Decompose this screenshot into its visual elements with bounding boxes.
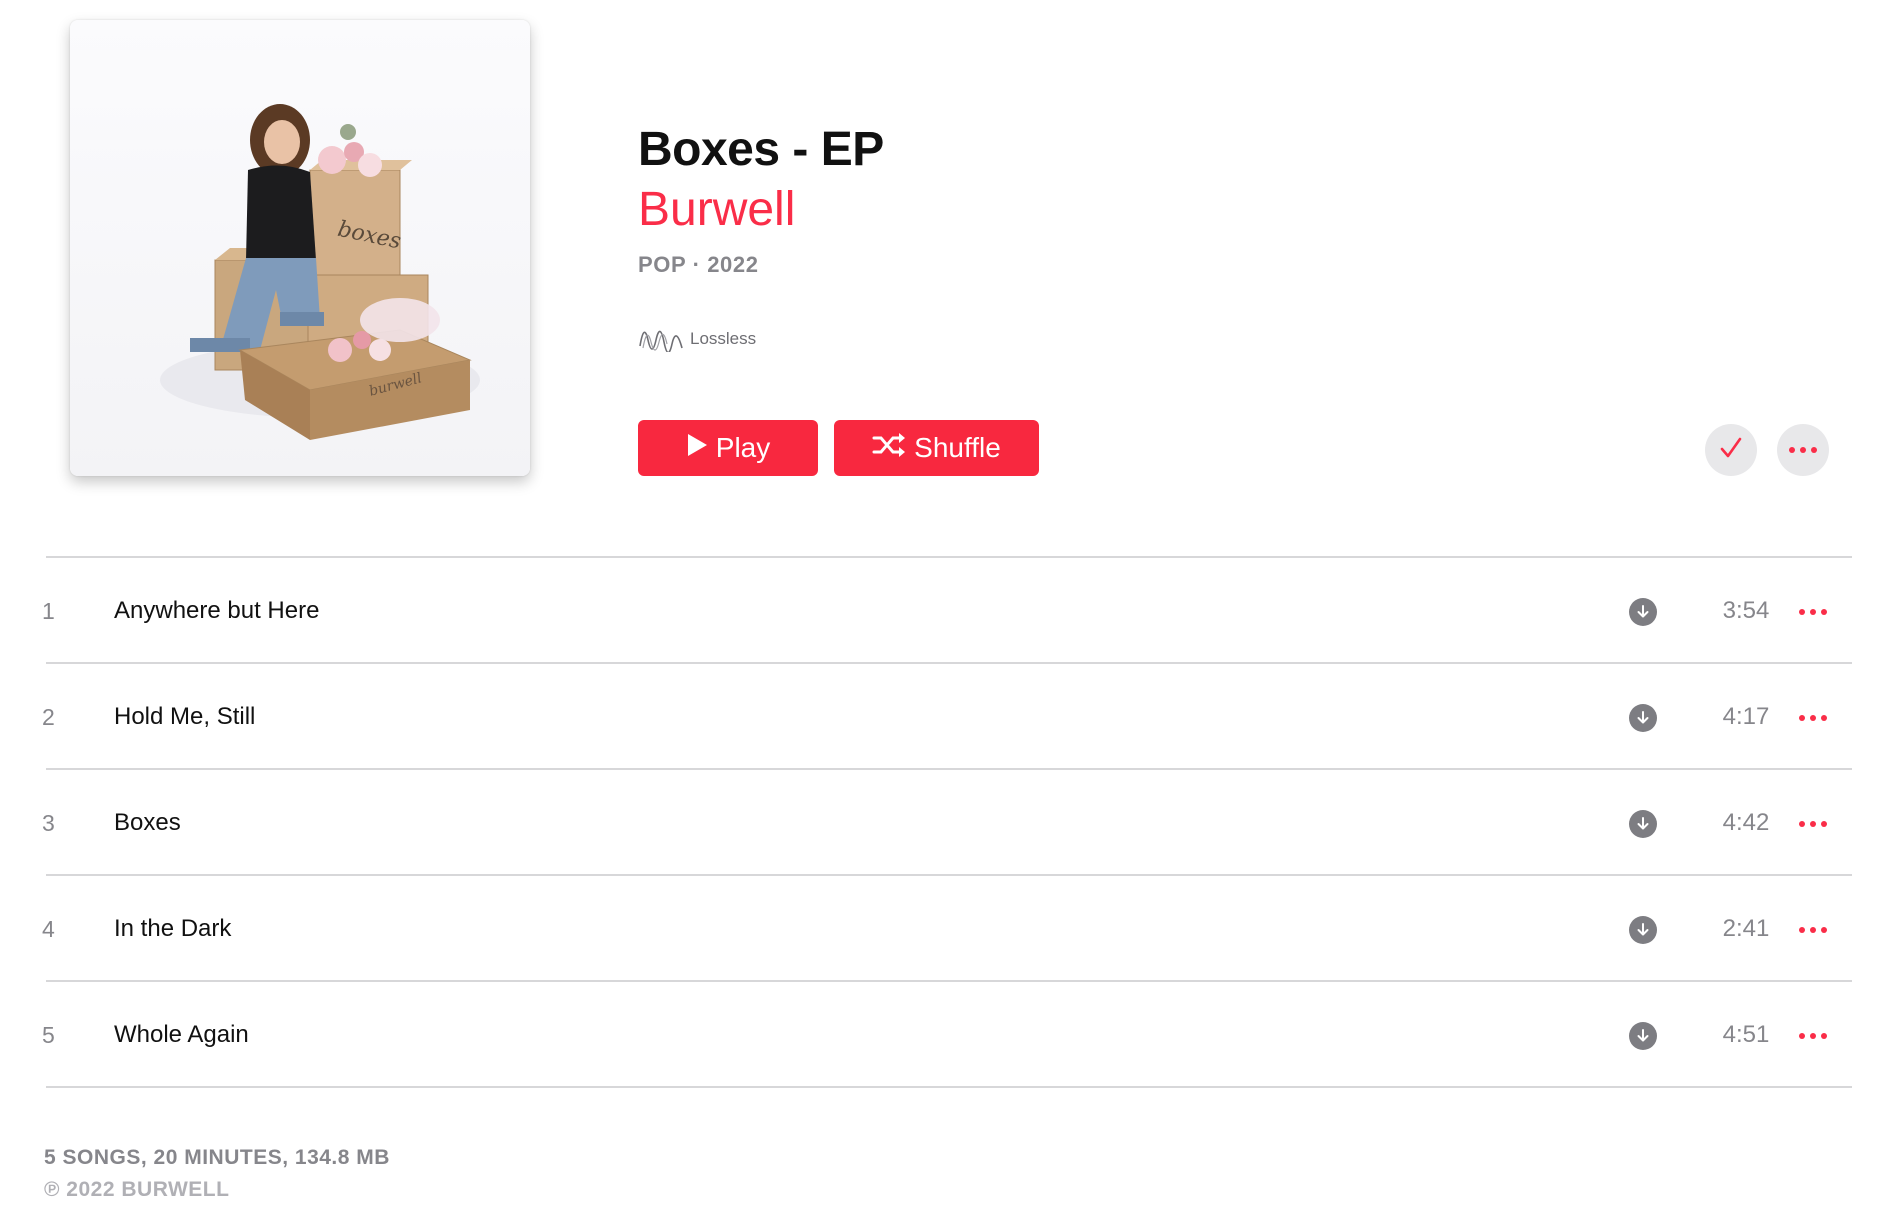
artwork-illustration: boxes burwell xyxy=(160,104,480,440)
download-icon[interactable] xyxy=(1629,598,1657,626)
artist-link[interactable]: Burwell xyxy=(638,182,795,237)
shuffle-button-label: Shuffle xyxy=(914,432,1001,463)
play-button-label: Play xyxy=(715,432,771,463)
lossless-label: Lossless xyxy=(690,328,757,348)
album-more-button[interactable] xyxy=(1777,424,1829,476)
track-number: 1 xyxy=(42,598,55,624)
more-icon xyxy=(1789,447,1817,453)
download-icon[interactable] xyxy=(1629,810,1657,838)
track-duration: 2:41 xyxy=(1722,915,1770,942)
track-more-icon[interactable] xyxy=(1790,598,1836,626)
track-row[interactable]: 3 Boxes 4:42 xyxy=(42,770,1852,876)
copyright-label: ℗ 2022 BURWELL xyxy=(44,1178,230,1201)
download-icon[interactable] xyxy=(1629,704,1657,732)
track-title[interactable]: In the Dark xyxy=(114,876,231,982)
track-list: 1 Anywhere but Here 3:54 2 Hold Me, Stil… xyxy=(42,556,1852,1088)
track-row[interactable]: 1 Anywhere but Here 3:54 xyxy=(42,558,1852,664)
track-number: 2 xyxy=(42,704,55,730)
album-page: boxes burwell Boxes - EP Burwell POP · 2… xyxy=(0,0,1898,1220)
added-to-library-button[interactable] xyxy=(1705,424,1757,476)
download-icon[interactable] xyxy=(1629,916,1657,944)
download-icon[interactable] xyxy=(1629,1022,1657,1050)
album-artwork[interactable]: boxes burwell xyxy=(70,20,530,476)
lossless-badge: Lossless xyxy=(638,320,756,357)
album-title: Boxes - EP xyxy=(638,123,884,176)
track-duration: 4:42 xyxy=(1722,809,1770,836)
shuffle-button[interactable]: Shuffle xyxy=(834,420,1039,476)
play-icon xyxy=(686,432,708,464)
track-more-icon[interactable] xyxy=(1790,916,1836,944)
lossless-wave-icon xyxy=(638,320,684,357)
album-summary: 5 SONGS, 20 MINUTES, 134.8 MB xyxy=(44,1146,390,1169)
track-duration: 4:51 xyxy=(1722,1021,1770,1048)
shuffle-icon xyxy=(872,432,906,465)
track-more-icon[interactable] xyxy=(1790,704,1836,732)
track-more-icon[interactable] xyxy=(1790,1022,1836,1050)
play-button[interactable]: Play xyxy=(638,420,818,476)
track-row[interactable]: 5 Whole Again 4:51 xyxy=(42,982,1852,1088)
track-number: 4 xyxy=(42,916,55,942)
track-duration: 4:17 xyxy=(1722,703,1770,730)
track-row[interactable]: 4 In the Dark 2:41 xyxy=(42,876,1852,982)
track-number: 3 xyxy=(42,810,55,836)
genre-year-label: POP · 2022 xyxy=(638,252,759,277)
track-row[interactable]: 2 Hold Me, Still 4:17 xyxy=(42,664,1852,770)
track-more-icon[interactable] xyxy=(1790,810,1836,838)
track-duration: 3:54 xyxy=(1722,597,1770,624)
check-icon xyxy=(1718,435,1744,466)
track-number: 5 xyxy=(42,1022,55,1048)
track-title[interactable]: Boxes xyxy=(114,770,181,876)
track-title[interactable]: Anywhere but Here xyxy=(114,558,319,664)
track-title[interactable]: Hold Me, Still xyxy=(114,664,255,770)
track-title[interactable]: Whole Again xyxy=(114,982,249,1088)
